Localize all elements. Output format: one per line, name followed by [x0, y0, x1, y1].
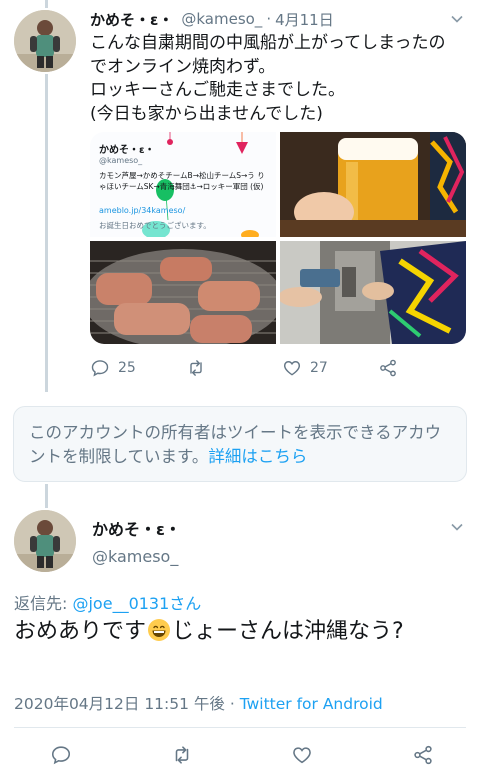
tweet-text-part: じょーさんは沖縄なう?: [172, 619, 404, 644]
tweet-text-line: (今日も家から出ませんでした): [90, 103, 323, 124]
media-image-beer[interactable]: [280, 132, 466, 237]
grilled-meat-photo: [90, 241, 276, 344]
client-link[interactable]: Twitter for Android: [240, 695, 383, 713]
reply-to-user-link[interactable]: @joe__0131さん: [72, 594, 201, 613]
retweet-button[interactable]: [171, 744, 193, 766]
chevron-down-icon: [451, 523, 463, 531]
thread-line-main: [45, 74, 48, 392]
learn-more-link[interactable]: 詳細はこちら: [208, 447, 307, 466]
profile-card-link: ameblo.jp/34kameso/: [99, 206, 186, 215]
thread-line-upper: [45, 0, 48, 8]
media-image-beer-server[interactable]: [280, 241, 466, 344]
heart-icon: [283, 361, 301, 376]
meta-separator: ·: [224, 695, 240, 713]
share-button[interactable]: [412, 744, 434, 766]
share-button[interactable]: [378, 358, 398, 378]
like-count: 27: [310, 360, 328, 376]
profile-card-birthday: お誕生日おめでとうございます。: [99, 221, 211, 230]
more-options-button[interactable]: [450, 12, 464, 26]
restricted-notice: このアカウントの所有者はツイートを表示できるアカウントを制限しています。詳細はこ…: [13, 406, 467, 482]
tweet-actions: 25 27: [90, 358, 398, 378]
reply-button[interactable]: 25: [90, 358, 186, 378]
reply-button[interactable]: [50, 744, 72, 766]
chevron-down-icon: [451, 15, 463, 23]
media-grid: かめそ・ε・ @kameso_ カモン芦屋→かめそチームB→松山チームS→う り…: [90, 132, 466, 344]
avatar[interactable]: [14, 510, 76, 572]
profile-card-handle: @kameso_: [99, 156, 143, 165]
media-image-profile-screenshot[interactable]: かめそ・ε・ @kameso_ カモン芦屋→かめそチームB→松山チームS→う り…: [90, 132, 276, 237]
beer-photo: [280, 132, 466, 237]
reply-context: 返信先: @joe__0131さん: [14, 590, 201, 614]
handle[interactable]: @kameso_: [181, 10, 262, 28]
reply-count: 25: [118, 360, 136, 376]
retweet-icon: [175, 746, 188, 764]
more-options-button[interactable]: [450, 520, 464, 534]
reply-icon: [91, 360, 109, 377]
tweet-header: かめそ・ε・ @kameso_ · 4月11日: [90, 8, 466, 30]
tweet-actions: [50, 744, 434, 766]
divider: [14, 727, 466, 728]
tweet-text-line: でオンライン焼肉わず。: [90, 56, 276, 77]
like-button[interactable]: 27: [282, 358, 378, 378]
tweet-text-part: おめありです: [14, 619, 147, 644]
profile-card-bio: カモン芦屋→かめそチームB→松山チームS→う りゃほいチームSK→青海舞団⚓→ロ…: [99, 171, 265, 191]
share-icon: [380, 359, 396, 377]
display-name[interactable]: かめそ・ε・: [90, 9, 173, 30]
grinning-face-emoji: [147, 618, 171, 642]
handle[interactable]: @kameso_: [92, 547, 178, 566]
tweet-text: こんな自粛期間の中風船が上がってしまったの でオンライン焼肉わず。 ロッキーさん…: [90, 32, 472, 126]
retweet-icon: [190, 360, 202, 376]
media-image-yakiniku[interactable]: [90, 241, 276, 344]
avatar-photo: [14, 510, 76, 572]
retweet-button[interactable]: [186, 358, 282, 378]
reply-prefix: 返信先:: [14, 594, 73, 613]
like-button[interactable]: [291, 744, 313, 766]
tweet-meta: 2020年04月12日 11:51 午後 · Twitter for Andro…: [14, 692, 383, 714]
tweet-date[interactable]: 4月11日: [275, 9, 334, 30]
display-name[interactable]: かめそ・ε・: [92, 516, 181, 540]
tweet-text: おめありです じょーさんは沖縄なう?: [14, 616, 466, 647]
profile-card-name: かめそ・ε・: [99, 145, 155, 156]
avatar-photo: [14, 10, 76, 72]
avatar[interactable]: [14, 10, 76, 72]
tweet-text-line: こんな自粛期間の中風船が上がってしまったの: [90, 33, 446, 53]
timestamp: 2020年04月12日 11:51 午後: [14, 695, 225, 713]
separator-dot: ·: [266, 10, 272, 28]
tweet-text-line: ロッキーさんご馳走さまでした。: [90, 80, 345, 100]
share-icon: [414, 745, 432, 765]
thread-line-lower: [45, 484, 48, 508]
reply-icon: [51, 746, 71, 765]
beer-server-photo: [280, 241, 466, 344]
heart-icon: [293, 747, 312, 764]
